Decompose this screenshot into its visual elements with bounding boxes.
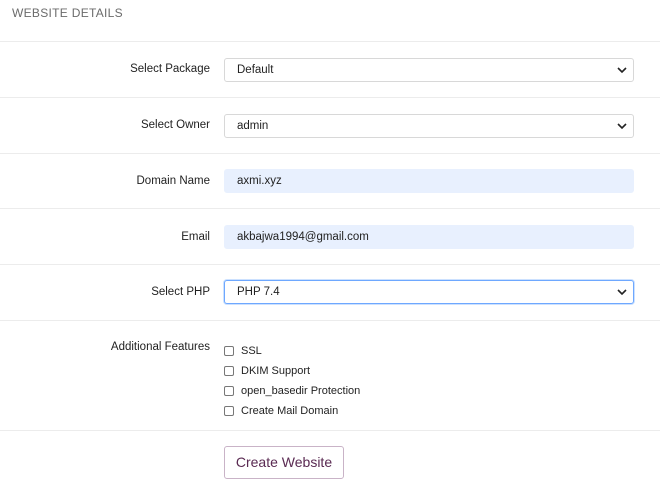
divider <box>0 320 660 321</box>
divider <box>0 97 660 98</box>
open-basedir-checkbox[interactable] <box>224 386 234 396</box>
open-basedir-checkbox-label[interactable]: open_basedir Protection <box>241 385 360 397</box>
divider <box>0 208 660 209</box>
package-label: Select Package <box>130 63 210 75</box>
features-list: SSL DKIM Support open_basedir Protection… <box>224 341 360 421</box>
features-label: Additional Features <box>110 341 210 353</box>
chevron-down-icon <box>617 67 627 74</box>
create-website-button[interactable]: Create Website <box>224 446 344 479</box>
php-selected-value: PHP 7.4 <box>237 286 280 298</box>
divider <box>0 430 660 431</box>
dkim-checkbox-label[interactable]: DKIM Support <box>241 365 310 377</box>
ssl-checkbox-label[interactable]: SSL <box>241 345 262 357</box>
domain-label: Domain Name <box>136 175 211 187</box>
php-row: Select PHP PHP 7.4 <box>0 279 660 305</box>
php-label: Select PHP <box>151 286 210 298</box>
dkim-checkbox[interactable] <box>224 366 234 376</box>
owner-label: Select Owner <box>140 119 210 131</box>
section-title: WEBSITE DETAILS <box>12 6 123 20</box>
chevron-down-icon <box>617 289 627 296</box>
owner-select[interactable]: admin <box>224 114 634 138</box>
domain-name-value: axmi.xyz <box>237 175 282 187</box>
domain-row: Domain Name axmi.xyz <box>0 168 660 194</box>
divider <box>0 153 660 154</box>
divider <box>0 264 660 265</box>
email-label: Email <box>181 231 210 243</box>
owner-selected-value: admin <box>237 120 269 132</box>
owner-row: Select Owner admin <box>0 113 660 139</box>
ssl-checkbox[interactable] <box>224 346 234 356</box>
domain-name-input[interactable]: axmi.xyz <box>224 169 634 193</box>
package-select[interactable]: Default <box>224 58 634 82</box>
package-row: Select Package Default <box>0 57 660 83</box>
divider <box>0 41 660 42</box>
mail-domain-checkbox-label[interactable]: Create Mail Domain <box>241 405 338 417</box>
website-details-page: WEBSITE DETAILS Select Package Default S… <box>0 0 660 500</box>
php-select[interactable]: PHP 7.4 <box>224 280 634 304</box>
dkim-checkbox-row[interactable]: DKIM Support <box>224 361 360 381</box>
email-field[interactable]: akbajwa1994@gmail.com <box>224 225 634 249</box>
mail-domain-checkbox-row[interactable]: Create Mail Domain <box>224 401 360 421</box>
package-selected-value: Default <box>237 64 274 76</box>
open-basedir-checkbox-row[interactable]: open_basedir Protection <box>224 381 360 401</box>
ssl-checkbox-row[interactable]: SSL <box>224 341 360 361</box>
email-value: akbajwa1994@gmail.com <box>237 231 369 243</box>
email-row: Email akbajwa1994@gmail.com <box>0 224 660 250</box>
mail-domain-checkbox[interactable] <box>224 406 234 416</box>
chevron-down-icon <box>617 123 627 130</box>
